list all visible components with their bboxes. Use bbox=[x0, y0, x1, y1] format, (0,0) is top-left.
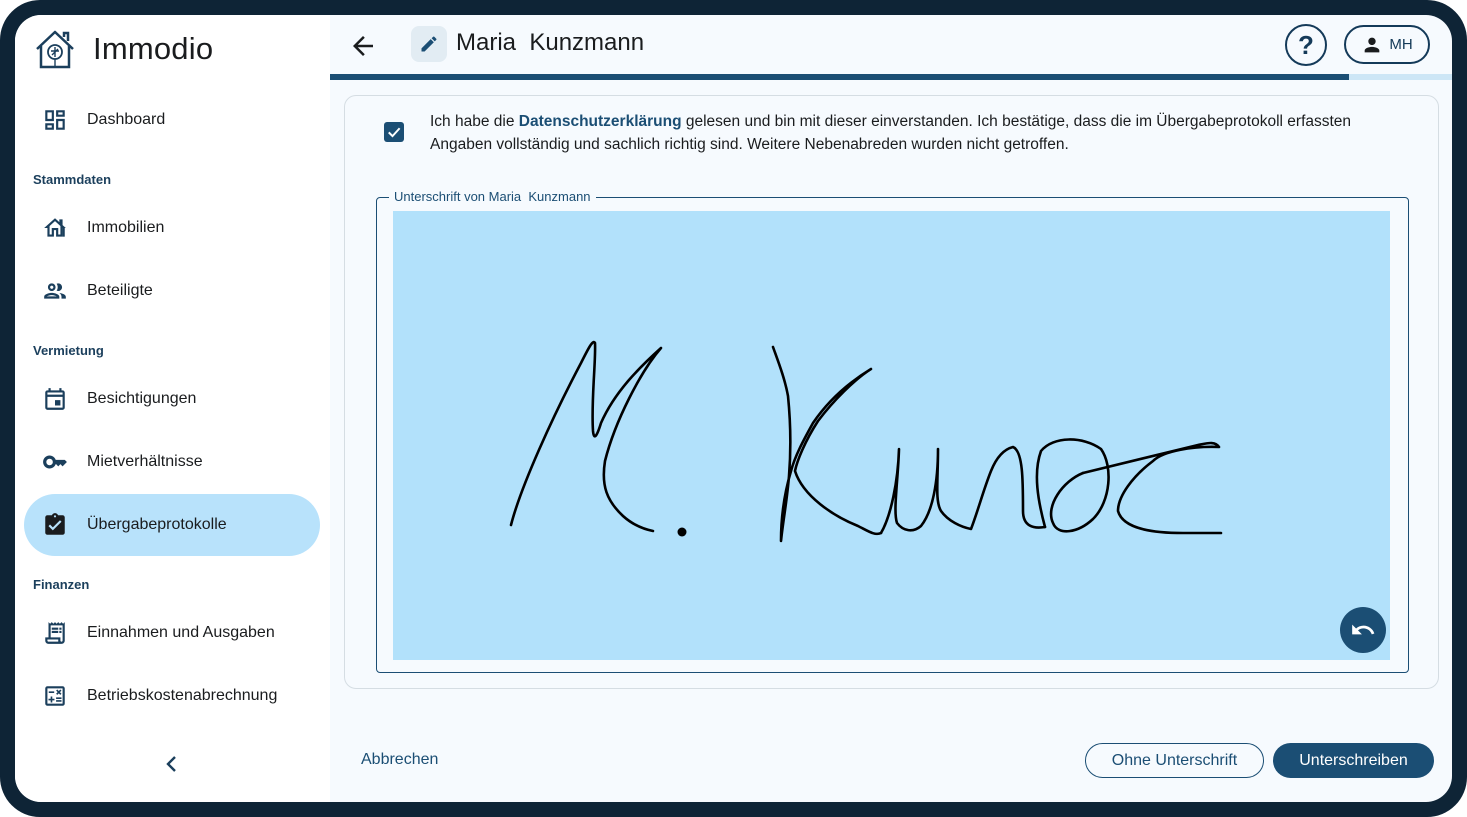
app-screen: Immodio Dashboard Stammdaten Immobilien bbox=[15, 15, 1452, 802]
calculator-icon bbox=[42, 683, 68, 709]
help-label: ? bbox=[1298, 29, 1314, 60]
signature-label: Unterschrift von Maria Kunzmann bbox=[389, 189, 596, 204]
chevron-left-icon[interactable] bbox=[160, 752, 184, 776]
progress-fill bbox=[330, 74, 1349, 80]
sidebar-item-immobilien[interactable]: Immobilien bbox=[24, 197, 320, 259]
section-label-vermietung: Vermietung bbox=[33, 343, 104, 358]
sidebar-item-mietverhaeltnisse[interactable]: Mietverhältnisse bbox=[24, 431, 320, 493]
user-menu-button[interactable]: MH bbox=[1344, 25, 1430, 64]
sidebar-item-label: Mietverhältnisse bbox=[87, 453, 203, 470]
privacy-policy-link[interactable]: Datenschutzerklärung bbox=[519, 113, 682, 130]
help-button[interactable]: ? bbox=[1285, 24, 1327, 66]
clipboard-check-icon bbox=[42, 512, 68, 538]
sidebar-item-label: Besichtigungen bbox=[87, 390, 197, 407]
sidebar-item-betriebskostenabrechnung[interactable]: Betriebskostenabrechnung bbox=[24, 665, 320, 727]
sidebar-item-label: Einnahmen und Ausgaben bbox=[87, 624, 275, 641]
sidebar-item-label: Dashboard bbox=[87, 111, 166, 128]
sidebar-item-label: Übergabeprotokolle bbox=[87, 516, 227, 533]
sidebar-item-label: Beteiligte bbox=[87, 282, 153, 299]
back-arrow-icon[interactable] bbox=[348, 31, 378, 61]
sidebar-item-uebergabeprotokolle[interactable]: Übergabeprotokolle bbox=[24, 494, 320, 556]
consent-checkbox[interactable] bbox=[384, 122, 404, 142]
section-label-stammdaten: Stammdaten bbox=[33, 172, 112, 187]
brand: Immodio bbox=[31, 21, 213, 77]
building-icon bbox=[42, 215, 68, 241]
without-signature-button[interactable]: Ohne Unterschrift bbox=[1085, 743, 1264, 778]
app-name: Immodio bbox=[93, 31, 214, 66]
signature-card: Ich habe die Datenschutzerklärung gelese… bbox=[344, 95, 1439, 689]
top-bar: Maria Kunzmann ? MH bbox=[330, 15, 1452, 77]
sidebar-item-label: Betriebskostenabrechnung bbox=[87, 687, 278, 704]
cancel-button[interactable]: Abbrechen bbox=[361, 751, 438, 769]
calendar-icon bbox=[42, 386, 68, 412]
sidebar-item-label: Immobilien bbox=[87, 219, 165, 236]
sidebar: Immodio Dashboard Stammdaten Immobilien bbox=[15, 15, 330, 802]
pencil-icon bbox=[421, 36, 437, 52]
people-icon bbox=[42, 278, 68, 304]
sign-button[interactable]: Unterschreiben bbox=[1273, 743, 1434, 778]
sidebar-item-beteiligte[interactable]: Beteiligte bbox=[24, 260, 320, 322]
section-label-finanzen: Finanzen bbox=[33, 577, 90, 592]
device-frame: Immodio Dashboard Stammdaten Immobilien bbox=[0, 0, 1467, 817]
page-title: Maria Kunzmann bbox=[456, 29, 645, 56]
checkmark-icon bbox=[388, 127, 401, 138]
key-icon bbox=[42, 449, 68, 475]
house-logo-icon bbox=[36, 30, 74, 69]
edit-button[interactable] bbox=[411, 26, 447, 62]
undo-icon bbox=[1352, 624, 1375, 635]
sidebar-item-besichtigungen[interactable]: Besichtigungen bbox=[24, 368, 320, 430]
signature-field: Unterschrift von Maria Kunzmann bbox=[376, 189, 1409, 673]
sidebar-item-dashboard[interactable]: Dashboard bbox=[24, 89, 320, 151]
user-initials: MH bbox=[1389, 36, 1413, 53]
receipt-icon bbox=[42, 620, 68, 646]
undo-button[interactable] bbox=[1340, 607, 1386, 653]
progress-bar bbox=[330, 74, 1452, 80]
signature-canvas[interactable] bbox=[393, 211, 1390, 660]
dashboard-icon bbox=[42, 107, 68, 133]
sidebar-item-einnahmen-ausgaben[interactable]: Einnahmen und Ausgaben bbox=[24, 602, 320, 664]
signature-drawing bbox=[509, 340, 1223, 543]
person-icon bbox=[1364, 37, 1380, 52]
consent-text-before: Ich habe die bbox=[430, 113, 519, 130]
sign-label: Unterschreiben bbox=[1299, 751, 1408, 769]
consent-text: Ich habe die Datenschutzerklärung gelese… bbox=[430, 110, 1410, 156]
without-signature-label: Ohne Unterschrift bbox=[1111, 751, 1238, 769]
